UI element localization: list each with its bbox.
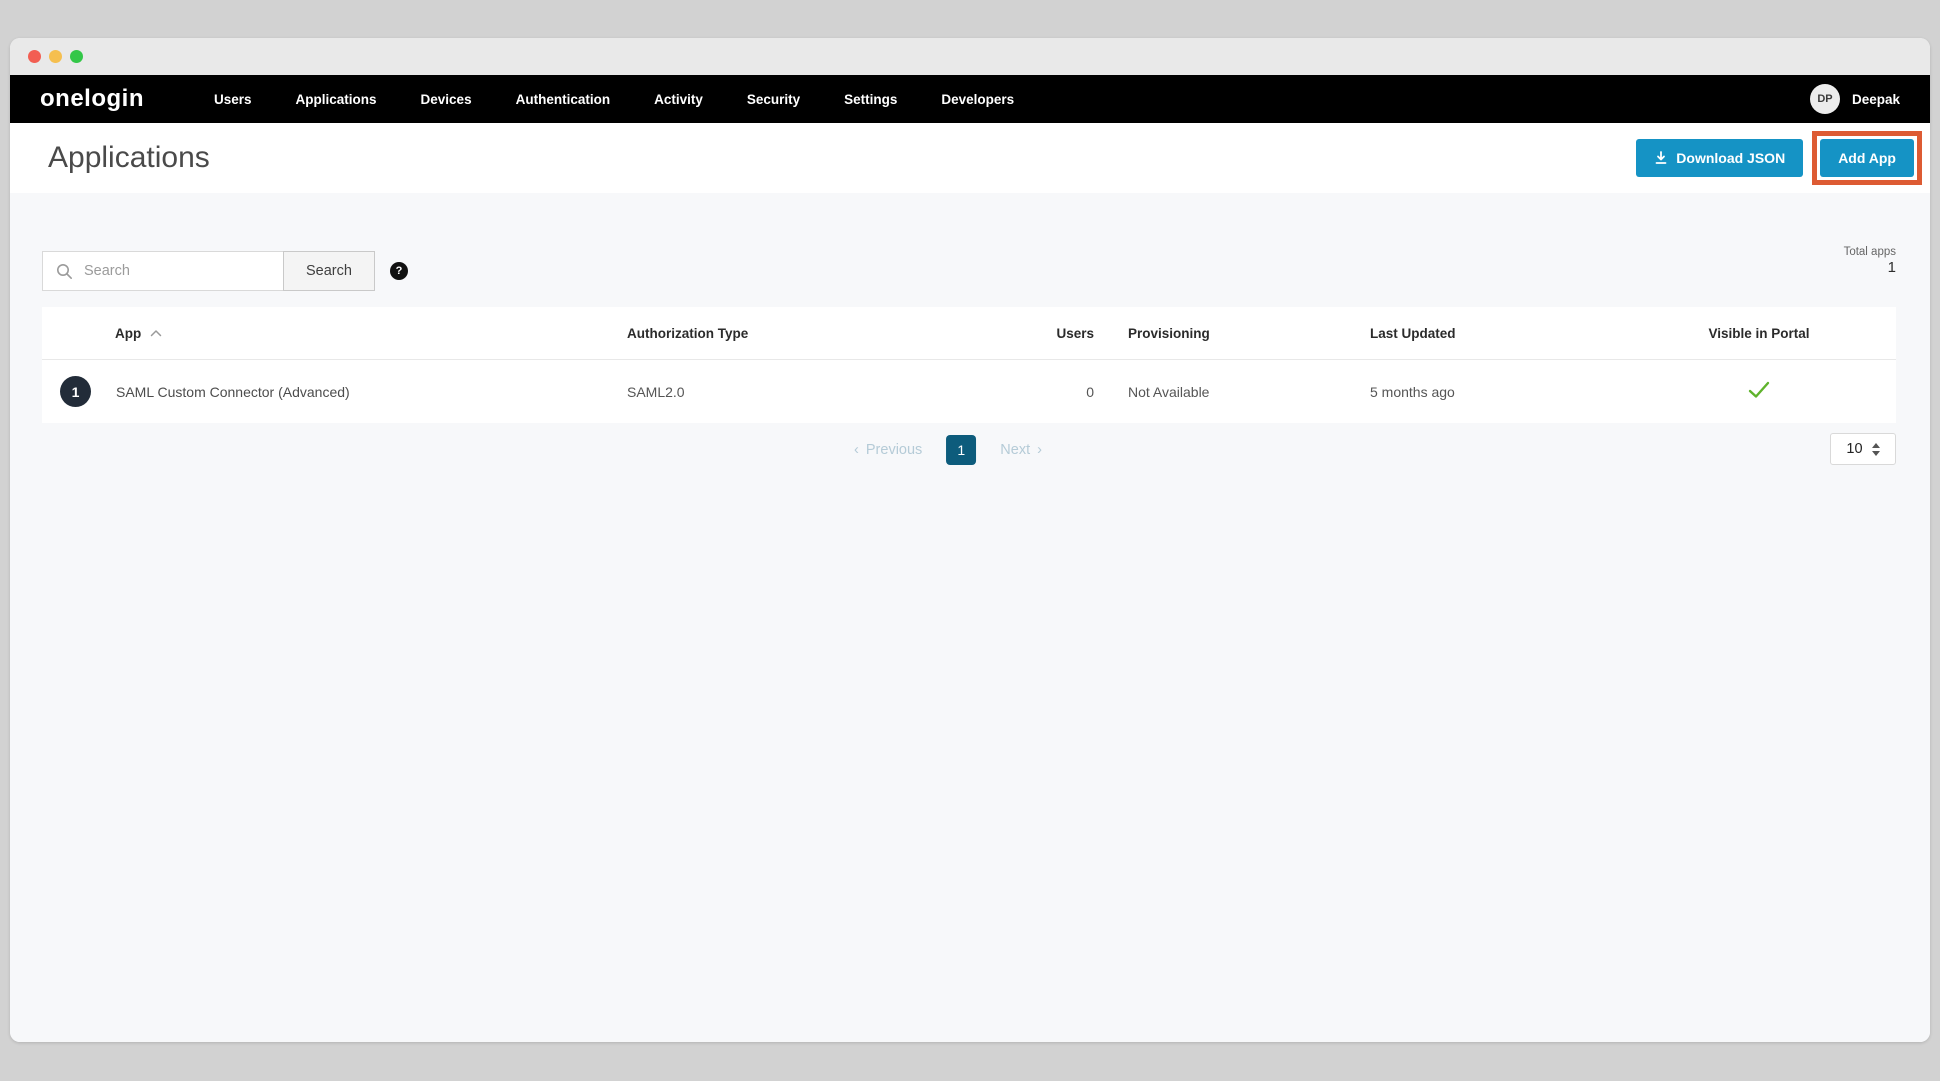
nav-item-developers[interactable]: Developers xyxy=(941,92,1014,107)
page-size-value: 10 xyxy=(1846,441,1862,457)
browser-window: onelogin Users Applications Devices Auth… xyxy=(10,38,1930,1042)
download-icon xyxy=(1654,151,1668,165)
close-window-button[interactable] xyxy=(28,50,41,63)
previous-label: Previous xyxy=(866,442,922,458)
current-page-button[interactable]: 1 xyxy=(946,435,976,465)
column-header-app-label: App xyxy=(115,326,141,341)
app-cell[interactable]: 1 SAML Custom Connector (Advanced) xyxy=(42,376,627,407)
users-cell: 0 xyxy=(1030,384,1100,400)
next-page-button[interactable]: Next › xyxy=(1000,442,1042,458)
search-row: Search ? xyxy=(42,251,408,291)
header-actions: Download JSON Add App xyxy=(1636,131,1922,185)
last-updated-cell: 5 months ago xyxy=(1330,384,1670,400)
applications-table: App Authorization Type Users Provisionin… xyxy=(42,307,1896,423)
help-icon[interactable]: ? xyxy=(390,262,408,280)
visible-in-portal-cell xyxy=(1670,381,1896,402)
chevron-right-icon: › xyxy=(1037,442,1042,458)
table-row[interactable]: 1 SAML Custom Connector (Advanced) SAML2… xyxy=(42,360,1896,423)
page-size-selector[interactable]: 10 xyxy=(1830,433,1896,465)
spinner-arrows-icon[interactable] xyxy=(1872,443,1880,456)
chevron-left-icon: ‹ xyxy=(854,442,859,458)
main-content: Search ? Total apps 1 App Authorization … xyxy=(10,193,1930,1042)
nav-items: Users Applications Devices Authenticatio… xyxy=(214,92,1058,107)
next-label: Next xyxy=(1000,442,1030,458)
nav-item-activity[interactable]: Activity xyxy=(654,92,703,107)
search-box xyxy=(42,251,283,291)
onelogin-logo[interactable]: onelogin xyxy=(40,85,144,113)
pagination-row: ‹ Previous 1 Next › 10 xyxy=(10,433,1930,467)
user-name[interactable]: Deepak xyxy=(1852,92,1900,107)
search-input[interactable] xyxy=(84,263,244,279)
window-titlebar xyxy=(10,38,1930,75)
nav-item-devices[interactable]: Devices xyxy=(421,92,472,107)
column-header-visible-in-portal[interactable]: Visible in Portal xyxy=(1670,326,1896,341)
total-apps: Total apps 1 xyxy=(1844,246,1896,276)
nav-item-security[interactable]: Security xyxy=(747,92,800,107)
row-index-badge: 1 xyxy=(60,376,91,407)
add-app-button[interactable]: Add App xyxy=(1820,139,1914,177)
column-header-last-updated[interactable]: Last Updated xyxy=(1330,326,1670,341)
nav-user-area[interactable]: DP Deepak xyxy=(1810,84,1900,114)
search-icon xyxy=(56,263,73,280)
check-icon xyxy=(1748,381,1770,399)
sort-ascending-icon xyxy=(150,329,162,337)
app-name[interactable]: SAML Custom Connector (Advanced) xyxy=(116,384,350,400)
page-header: Applications Download JSON Add App xyxy=(10,123,1930,193)
column-header-provisioning[interactable]: Provisioning xyxy=(1100,326,1330,341)
add-app-annotation-highlight: Add App xyxy=(1812,131,1922,185)
download-json-label: Download JSON xyxy=(1676,150,1785,166)
user-avatar[interactable]: DP xyxy=(1810,84,1840,114)
search-button[interactable]: Search xyxy=(283,251,375,291)
top-navbar: onelogin Users Applications Devices Auth… xyxy=(10,75,1930,123)
nav-item-users[interactable]: Users xyxy=(214,92,252,107)
minimize-window-button[interactable] xyxy=(49,50,62,63)
page-title: Applications xyxy=(48,141,210,175)
nav-item-applications[interactable]: Applications xyxy=(296,92,377,107)
table-header-row: App Authorization Type Users Provisionin… xyxy=(42,307,1896,360)
download-json-button[interactable]: Download JSON xyxy=(1636,139,1803,177)
column-header-authorization-type[interactable]: Authorization Type xyxy=(627,326,1030,341)
nav-item-authentication[interactable]: Authentication xyxy=(516,92,611,107)
total-apps-value: 1 xyxy=(1844,259,1896,276)
nav-item-settings[interactable]: Settings xyxy=(844,92,897,107)
maximize-window-button[interactable] xyxy=(70,50,83,63)
provisioning-cell: Not Available xyxy=(1100,384,1330,400)
previous-page-button[interactable]: ‹ Previous xyxy=(854,442,922,458)
column-header-app[interactable]: App xyxy=(42,326,627,341)
pagination: ‹ Previous 1 Next › xyxy=(854,433,1042,467)
total-apps-label: Total apps xyxy=(1844,246,1896,258)
authorization-type-cell: SAML2.0 xyxy=(627,384,1030,400)
column-header-users[interactable]: Users xyxy=(1030,326,1100,341)
